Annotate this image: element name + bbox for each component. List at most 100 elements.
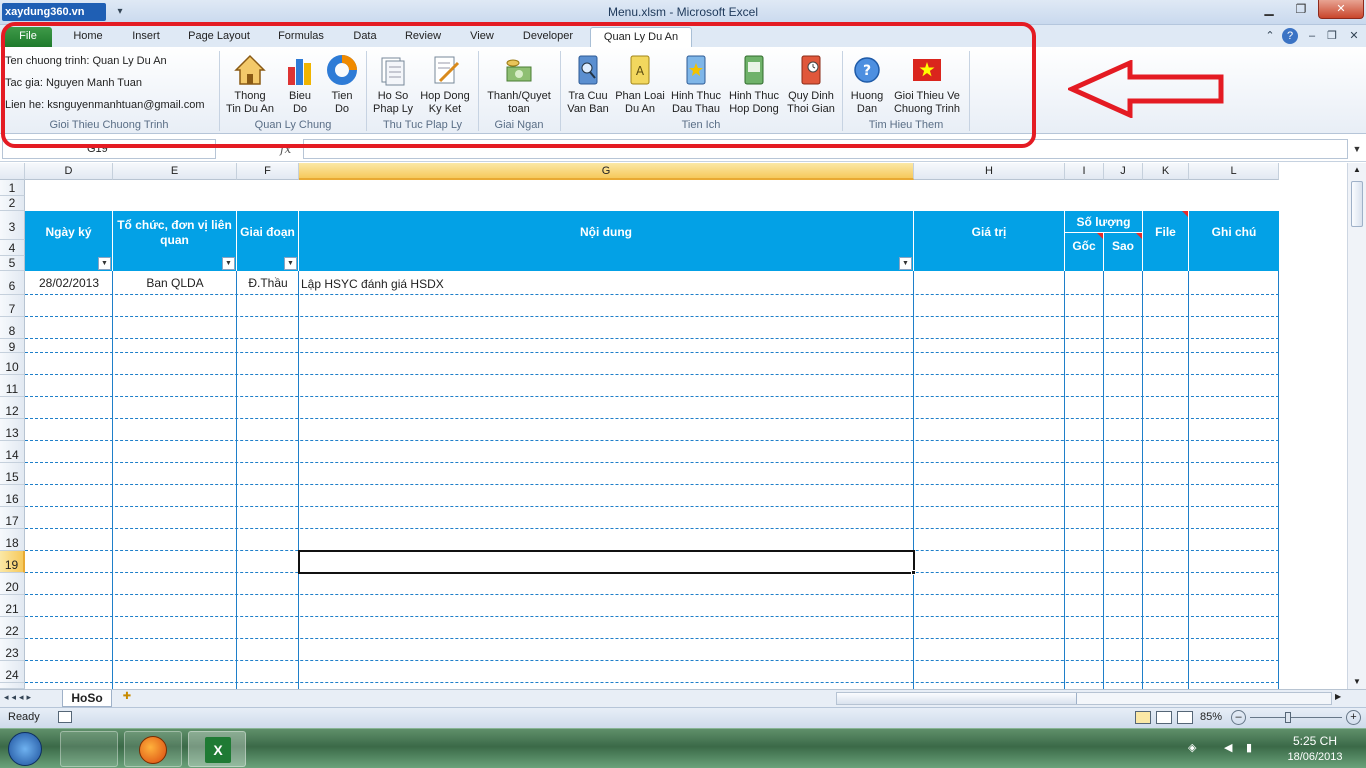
macro-record-icon[interactable] [58, 711, 72, 723]
row-header[interactable]: 20 [0, 573, 25, 595]
zoom-in-icon[interactable]: + [1346, 710, 1361, 725]
volume-tray-icon[interactable]: ◀ [1224, 741, 1240, 755]
row-header[interactable]: 19 [0, 551, 25, 573]
row-divider [25, 484, 1279, 485]
minimize-icon[interactable]: ▁ [1256, 1, 1282, 18]
column-header[interactable]: E [113, 163, 237, 180]
column-header[interactable]: H [914, 163, 1065, 180]
filter-dropdown-icon[interactable]: ▼ [284, 257, 297, 270]
firefox-icon [139, 736, 167, 764]
insert-sheet-icon[interactable]: ✚ [116, 691, 138, 706]
row-header[interactable]: 21 [0, 595, 25, 617]
scroll-right-icon[interactable]: ▶ [1335, 692, 1341, 701]
row-divider [25, 528, 1279, 529]
row-divider [25, 396, 1279, 397]
comment-indicator[interactable] [1136, 233, 1142, 239]
scroll-thumb[interactable] [1351, 181, 1363, 227]
sheet-nav-arrows-icon[interactable]: ◂◂◂▸ [4, 692, 60, 703]
row-header[interactable]: 22 [0, 617, 25, 639]
page-break-view-icon[interactable] [1177, 711, 1193, 724]
row-header[interactable]: 13 [0, 419, 25, 441]
taskbar: X ◈ ◀ ▮ 5:25 CH 18/06/2013 [0, 728, 1366, 768]
row-header[interactable]: 11 [0, 375, 25, 397]
clock-date[interactable]: 18/06/2013 [1280, 751, 1350, 763]
fill-handle[interactable] [911, 570, 916, 575]
row-divider [25, 660, 1279, 661]
page-layout-view-icon[interactable] [1156, 711, 1172, 724]
row-header[interactable]: 9 [0, 339, 25, 354]
cell-giai-doan[interactable]: Đ.Thầu [237, 276, 299, 290]
filter-dropdown-icon[interactable]: ▼ [222, 257, 235, 270]
network-tray-icon[interactable]: ◈ [1188, 741, 1204, 755]
cell-ngay-ky[interactable]: 28/02/2013 [25, 276, 113, 290]
vertical-scrollbar[interactable]: ▲ ▼ [1347, 163, 1366, 689]
scroll-down-icon[interactable]: ▼ [1352, 677, 1362, 686]
firefox-taskbar-icon[interactable] [124, 731, 182, 767]
column-header[interactable]: I [1065, 163, 1104, 180]
excel-icon: X [205, 737, 231, 763]
cell-to-chuc[interactable]: Ban QLDA [113, 276, 237, 290]
zoom-out-icon[interactable]: – [1231, 710, 1246, 725]
workbook-close-icon[interactable]: ✕ [1346, 28, 1362, 44]
h-scroll-thumb[interactable] [837, 693, 1077, 704]
comment-indicator[interactable] [1097, 233, 1103, 239]
spreadsheet-grid[interactable]: D E F G H I J K L 1 2 3 4 5 6 7 8 9 10 1… [0, 163, 1366, 689]
start-button-icon[interactable] [8, 732, 42, 766]
row-header[interactable]: 1 [0, 180, 25, 196]
header-to-chuc: Tổ chức, đơn vị liên quan [113, 211, 237, 271]
row-header[interactable]: 7 [0, 295, 25, 317]
help-icon[interactable]: ? [1282, 28, 1298, 44]
zoom-slider-thumb[interactable] [1285, 712, 1291, 723]
scroll-up-icon[interactable]: ▲ [1352, 165, 1362, 174]
workbook-minimize-icon[interactable]: – [1304, 28, 1320, 44]
close-icon[interactable]: ✕ [1318, 0, 1364, 19]
row-header[interactable]: 17 [0, 507, 25, 529]
row-header[interactable]: 15 [0, 463, 25, 485]
row-divider [25, 294, 1279, 295]
select-all-corner[interactable] [0, 163, 25, 180]
column-header[interactable]: J [1104, 163, 1143, 180]
minimize-ribbon-icon[interactable]: ⌃ [1262, 28, 1278, 44]
sheet-tab-bar: ◂◂◂▸ HoSo ✚ ▶ [0, 689, 1366, 707]
sheet-tab-hoso[interactable]: HoSo [62, 690, 112, 707]
battery-tray-icon[interactable]: ▮ [1246, 741, 1262, 755]
row-header[interactable]: 16 [0, 485, 25, 507]
column-header[interactable]: L [1189, 163, 1279, 180]
comment-indicator[interactable] [1182, 211, 1188, 217]
header-so-luong: Số lượng [1065, 211, 1143, 233]
normal-view-icon[interactable] [1135, 711, 1151, 724]
workbook-restore-icon[interactable]: ❐ [1324, 28, 1340, 44]
row-header[interactable]: 14 [0, 441, 25, 463]
row-header[interactable]: 18 [0, 529, 25, 551]
restore-icon[interactable]: ❐ [1288, 1, 1314, 18]
filter-dropdown-icon[interactable]: ▼ [899, 257, 912, 270]
zoom-slider[interactable] [1250, 717, 1342, 718]
column-header[interactable]: D [25, 163, 113, 180]
annotation-arrow-icon [1068, 60, 1224, 118]
cell-noi-dung[interactable]: Lập HSYC đánh giá HSDX [301, 277, 911, 291]
excel-taskbar-icon[interactable]: X [188, 731, 246, 767]
filter-dropdown-icon[interactable]: ▼ [98, 257, 111, 270]
empty-header-area [1279, 163, 1347, 180]
selected-cell[interactable] [298, 550, 915, 574]
column-header[interactable]: K [1143, 163, 1189, 180]
row-header[interactable]: 3 [0, 211, 25, 240]
row-header[interactable]: 6 [0, 271, 25, 295]
row-header[interactable]: 2 [0, 196, 25, 211]
row-header[interactable]: 5 [0, 256, 25, 271]
row-divider [25, 506, 1279, 507]
explorer-taskbar-icon[interactable] [60, 731, 118, 767]
row-header[interactable]: 12 [0, 397, 25, 419]
clock-time[interactable]: 5:25 CH [1280, 734, 1350, 748]
column-header[interactable]: G [299, 163, 914, 180]
column-header[interactable]: F [237, 163, 299, 180]
zoom-level[interactable]: 85% [1200, 711, 1222, 723]
horizontal-scrollbar[interactable] [836, 692, 1332, 705]
row-divider [25, 418, 1279, 419]
row-header[interactable]: 23 [0, 639, 25, 661]
row-header[interactable]: 24 [0, 661, 25, 683]
row-header[interactable]: 10 [0, 353, 25, 375]
expand-formula-icon[interactable]: ▼ [1350, 139, 1364, 159]
row-header[interactable]: 4 [0, 240, 25, 256]
row-header[interactable]: 8 [0, 317, 25, 339]
